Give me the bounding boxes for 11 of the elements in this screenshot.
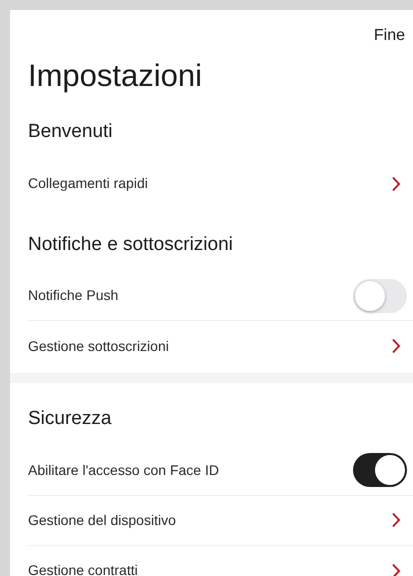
section-heading: Sicurezza — [28, 407, 112, 431]
done-button[interactable]: Fine — [374, 24, 405, 48]
section-heading: Notifiche e sottoscrizioni — [28, 232, 234, 256]
setting-label: Notifiche Push — [28, 286, 118, 305]
setting-label: Gestione contratti — [28, 561, 138, 576]
page-title: Impostazioni — [28, 57, 204, 95]
setting-label: Collegamenti rapidi — [28, 174, 148, 193]
setting-label: Gestione del dispositivo — [28, 510, 176, 530]
setting-label: Abilitare l'accesso con Face ID — [28, 460, 219, 480]
setting-label: Gestione sottoscrizioni — [28, 336, 169, 356]
section-heading: Benvenuti — [28, 120, 114, 144]
